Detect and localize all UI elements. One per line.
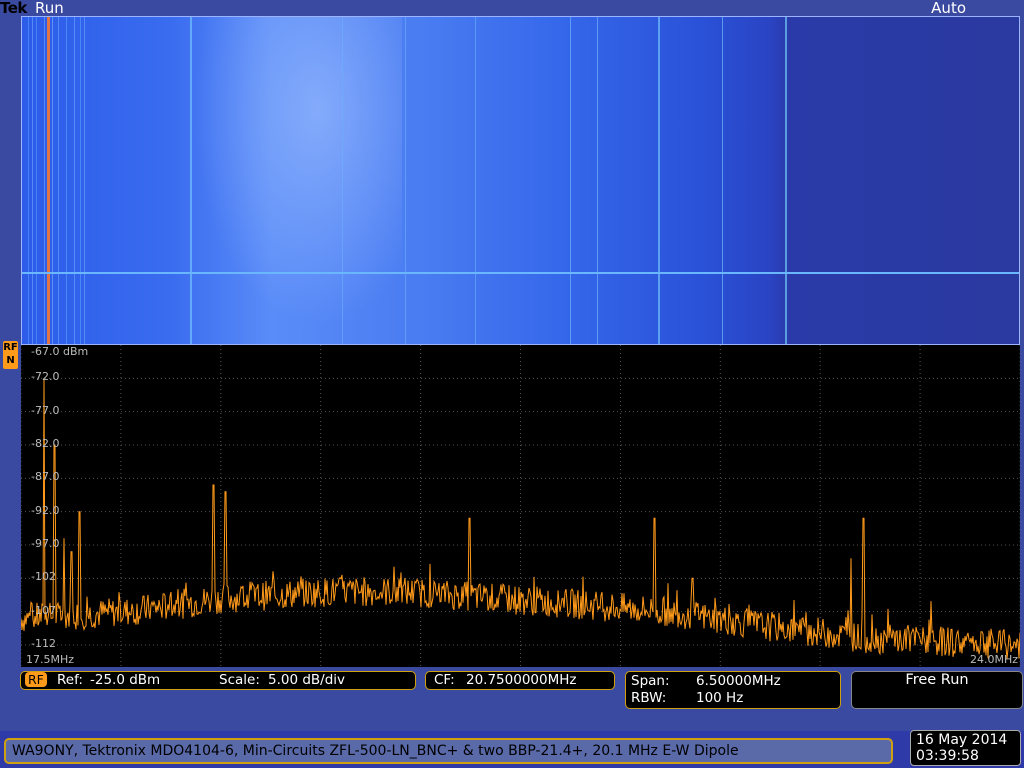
- spectrogram-line: [84, 17, 85, 344]
- spectrogram-line: [722, 17, 723, 344]
- y-tick-label: -92.0: [31, 503, 60, 517]
- rf-marker-sub: N: [6, 355, 15, 366]
- y-tick-label: -87.0: [31, 470, 60, 484]
- y-tick-label: -97.0: [31, 537, 60, 550]
- spectrogram-glow: [192, 17, 402, 327]
- spectrogram-line: [475, 17, 476, 344]
- trigger-mode[interactable]: Auto: [931, 0, 966, 17]
- spectrogram-line: [80, 17, 81, 344]
- y-tick-label: -82.0: [31, 437, 60, 450]
- spectrogram-line: [570, 17, 571, 344]
- mode-label: Free Run: [905, 672, 969, 688]
- y-tick-label: -77.0: [31, 403, 60, 417]
- spectrogram-line: [58, 17, 59, 344]
- reference-level-readout[interactable]: RF Ref: -25.0 dBm Scale: 5.00 dB/div: [20, 671, 416, 690]
- date-label: 16 May 2014: [916, 732, 1008, 748]
- spectrogram-line: [342, 17, 343, 344]
- scale-value: 5.00 dB/div: [268, 672, 346, 688]
- y-tick-label: -72.0: [31, 370, 60, 384]
- free-run-mode[interactable]: Free Run: [851, 671, 1023, 709]
- x-end-label: 24.0MHz: [969, 653, 1018, 666]
- spectrogram-line: [36, 17, 37, 344]
- spectrogram-line: [658, 17, 660, 344]
- rf-marker-label: RF: [3, 342, 18, 353]
- acquisition-state[interactable]: Run: [35, 0, 64, 17]
- spectrogram-line: [66, 17, 67, 344]
- spectrogram-line: [52, 17, 53, 344]
- spectrum-trace: [21, 378, 1020, 659]
- ref-label: Ref:: [57, 672, 83, 688]
- time-label: 03:39:58: [916, 748, 979, 764]
- rf-reference-marker[interactable]: RF N: [3, 341, 18, 369]
- span-rbw-readout[interactable]: Span: 6.50000MHz RBW: 100 Hz: [625, 671, 841, 709]
- spectrum-svg: [21, 345, 1020, 667]
- center-frequency-readout[interactable]: CF: 20.7500000MHz: [425, 671, 615, 690]
- cf-label: CF:: [434, 672, 455, 688]
- spectrogram-line: [74, 17, 75, 344]
- top-status-bar: Tek Run Auto: [0, 0, 1024, 17]
- spectrogram-line: [28, 17, 29, 344]
- rbw-label: RBW:: [631, 690, 667, 706]
- reference-level-label: -67.0 dBm: [31, 345, 89, 358]
- x-start-label: 17.5MHz: [26, 653, 75, 666]
- date-time-display: 16 May 2014 03:39:58: [910, 730, 1021, 766]
- spectrogram-line: [47, 17, 50, 344]
- spectrogram-display: [21, 16, 1020, 345]
- spectrogram-line: [405, 17, 406, 344]
- scale-label: Scale:: [219, 672, 260, 688]
- rbw-value: 100 Hz: [696, 690, 744, 706]
- brand-logo: Tek: [0, 0, 27, 17]
- spectrogram-horizontal-line: [22, 272, 1019, 274]
- spectrogram-line: [32, 17, 33, 344]
- user-note[interactable]: WA9ONY, Tektronix MDO4104-6, Min-Circuit…: [4, 738, 893, 764]
- y-tick-label: -112: [31, 637, 56, 650]
- span-label: Span:: [631, 673, 670, 689]
- y-tick-label: -102: [31, 570, 56, 584]
- spectrogram-line: [597, 17, 598, 344]
- spectrogram-line: [785, 17, 787, 344]
- spectrogram-line: [190, 17, 192, 344]
- rf-tag: RF: [25, 672, 47, 687]
- cf-value: 20.7500000MHz: [466, 672, 577, 688]
- spectrogram-line: [44, 17, 45, 344]
- ref-value: -25.0 dBm: [90, 672, 161, 688]
- spectrum-plot: -67.0 dBm -72.0 -77.0 -82.0 -87.0 -92.0 -97.0 -…: [21, 345, 1020, 667]
- span-value: 6.50000MHz: [696, 673, 781, 689]
- y-tick-label: -107: [31, 603, 56, 617]
